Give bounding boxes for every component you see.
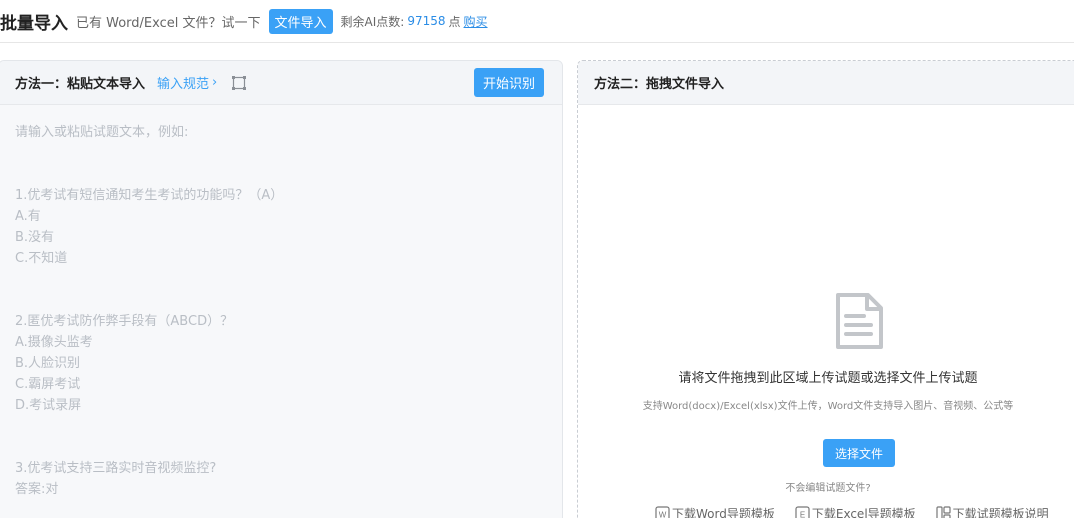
placeholder-line: B.人脸识别 <box>15 356 81 371</box>
placeholder-line: 1.优考试有短信通知考生考试的功能吗？（A） <box>15 188 284 203</box>
placeholder-line <box>15 269 562 290</box>
download-excel-label: 下载Excel导题模板 <box>811 507 916 518</box>
drag-panel-header: 方法二：拖拽文件导入 <box>578 61 1074 105</box>
svg-text:W: W <box>659 510 667 518</box>
download-guide-label: 下载试题模板说明 <box>952 507 1049 518</box>
placeholder-line <box>15 164 562 185</box>
drag-panel-title: 方法二：拖拽文件导入 <box>594 77 725 92</box>
page-title: 批量导入 <box>0 13 68 34</box>
placeholder-line: D.考试录屏 <box>15 398 82 413</box>
placeholder-line: 请输入或粘贴试题文本，例如: <box>15 125 189 140</box>
drop-instructions: 请将文件拖拽到此区域上传试题或选择文件上传试题 <box>678 371 978 386</box>
excel-file-icon: E <box>795 505 810 518</box>
paste-import-panel: 方法一：粘贴文本导入 输入规范 › 开始识别 请输入或粘贴试题文本，例如: 1.… <box>0 60 563 518</box>
placeholder-line: B.没有 <box>15 230 55 245</box>
placeholder-line: 答案:对 <box>15 482 59 497</box>
placeholder-line: C.霸屏考试 <box>15 377 81 392</box>
placeholder-line: C.不知道 <box>15 251 68 266</box>
placeholder-line: 2.匿优考试防作弊手段有（ABCD）？ <box>15 314 234 329</box>
top-bar: 批量导入 已有 Word/Excel 文件？试一下 文件导入 剩余AI点数: 9… <box>0 0 1074 43</box>
cannot-edit-note: 不会编辑试题文件? <box>785 483 871 494</box>
placeholder-line <box>15 437 562 458</box>
points-unit: 点 <box>448 14 461 29</box>
download-template-guide-link[interactable]: 下载试题模板说明 <box>936 505 1049 518</box>
download-word-template-link[interactable]: W 下载Word导题模板 <box>655 505 775 518</box>
import-hint: 已有 Word/Excel 文件？试一下 <box>76 15 261 31</box>
paste-textarea[interactable]: 请输入或粘贴试题文本，例如: 1.优考试有短信通知考生考试的功能吗？（A） A.… <box>0 106 562 518</box>
word-file-icon: W <box>655 505 670 518</box>
drag-import-panel: 方法二：拖拽文件导入 请将文件拖拽到此区域上传试题或选择文件上传试题 支持Wor… <box>577 60 1074 518</box>
file-drop-zone[interactable]: 请将文件拖拽到此区域上传试题或选择文件上传试题 支持Word(docx)/Exc… <box>578 106 1074 518</box>
download-excel-template-link[interactable]: E 下载Excel导题模板 <box>795 505 916 518</box>
points-value: 97158 <box>407 14 446 28</box>
layout-icon <box>936 505 951 518</box>
svg-text:E: E <box>800 510 805 518</box>
chevron-right-icon[interactable]: › <box>212 75 217 90</box>
expand-icon[interactable] <box>231 75 247 91</box>
template-downloads: W 下载Word导题模板 E 下载Excel导题模板 下载试题模板说明 <box>655 505 1049 518</box>
buy-link[interactable]: 购买 <box>464 13 488 30</box>
placeholder-line: A.摄像头监考 <box>15 335 93 350</box>
paste-panel-title: 方法一：粘贴文本导入 <box>15 77 146 92</box>
download-word-label: 下载Word导题模板 <box>672 507 775 518</box>
placeholder-line <box>15 416 562 437</box>
supported-formats-note: 支持Word(docx)/Excel(xlsx)文件上传，Word文件支持导入图… <box>642 401 1014 412</box>
start-recognition-button[interactable]: 开始识别 <box>474 68 544 97</box>
document-icon <box>834 292 884 350</box>
choose-file-button[interactable]: 选择文件 <box>823 439 895 467</box>
input-rules-link[interactable]: 输入规范 <box>157 73 209 92</box>
placeholder-line: 3.优考试支持三路实时音视频监控? <box>15 461 217 476</box>
placeholder-line <box>15 290 562 311</box>
placeholder-line: A.有 <box>15 209 41 224</box>
placeholder-line <box>15 143 562 164</box>
file-import-button[interactable]: 文件导入 <box>268 8 333 34</box>
points-label: 剩余AI点数: <box>340 14 405 29</box>
paste-panel-header: 方法一：粘贴文本导入 输入规范 › 开始识别 <box>0 61 562 105</box>
